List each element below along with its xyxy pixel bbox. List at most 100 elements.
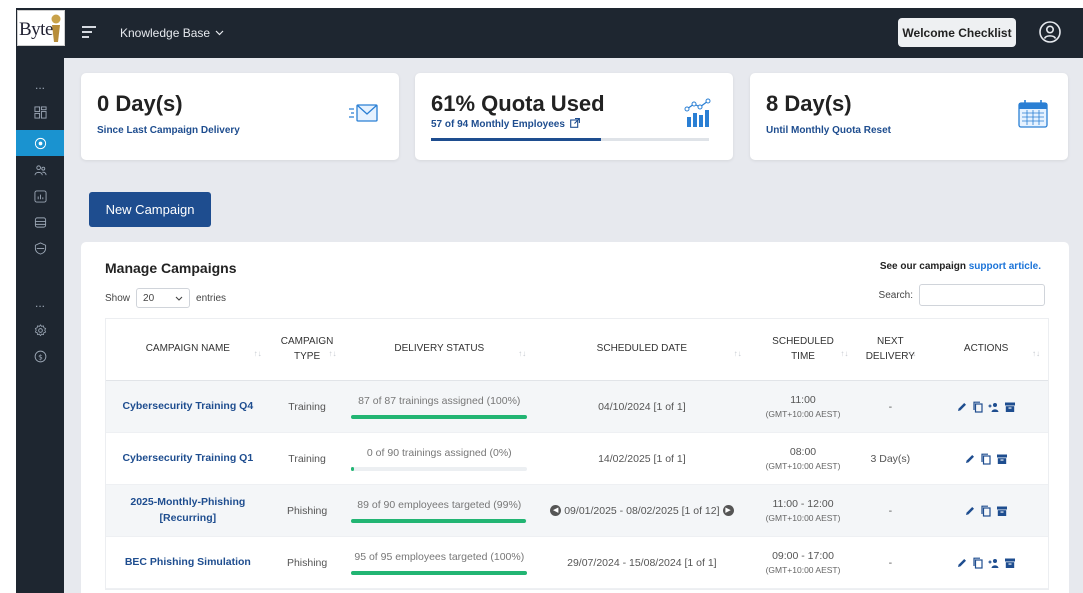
- add-users-icon[interactable]: [988, 557, 1000, 569]
- cell-scheduled-date: 29/07/2024 - 15/08/2024 [1 of 1]: [534, 537, 750, 588]
- stat-label: Since Last Campaign Delivery: [97, 125, 240, 136]
- brand-logo[interactable]: Byte: [17, 10, 65, 46]
- sidebar-item-campaigns[interactable]: [16, 130, 64, 156]
- duplicate-copy-icon[interactable]: [972, 401, 984, 413]
- sidebar-item-dashboard[interactable]: [16, 99, 64, 125]
- duplicate-copy-icon[interactable]: [972, 557, 984, 569]
- stat-label: Until Monthly Quota Reset: [766, 125, 891, 136]
- logo-mascot-icon: [51, 14, 61, 42]
- scheduled-date-text: 04/10/2024 [1 of 1]: [598, 400, 686, 413]
- edit-pencil-icon[interactable]: [956, 401, 968, 413]
- scheduled-time-text: 08:00: [789, 446, 817, 458]
- scheduled-time-text: 11:00: [790, 394, 816, 406]
- header-scheduled-time[interactable]: SCHEDULED TIME ↑↓: [750, 319, 857, 380]
- cell-next-delivery: -: [888, 400, 893, 413]
- scheduled-time-text: 11:00 - 12:00: [772, 498, 834, 510]
- users-icon: [33, 164, 47, 175]
- knowledge-base-dropdown[interactable]: Knowledge Base: [120, 26, 224, 40]
- cell-campaign-name: 2025-Monthly-Phishing [Recurring]: [106, 485, 270, 536]
- sidebar-item-database[interactable]: [16, 209, 64, 235]
- previous-arrow-icon[interactable]: ◀: [550, 505, 562, 516]
- stat-card-quota: 61% Quota Used 57 of 94 Monthly Employee…: [415, 73, 733, 160]
- table-row: BEC Phishing Simulation Phishing 95 of 95 …: [106, 537, 1048, 589]
- chevron-down-icon: [215, 30, 224, 36]
- quota-employees-link[interactable]: 57 of 94 Monthly Employees: [431, 118, 580, 130]
- more-dots-icon: ...: [34, 296, 45, 310]
- table-row: Cybersecurity Training Q1 Training 0 of 90…: [106, 433, 1048, 485]
- sidebar-more-top[interactable]: ...: [16, 72, 64, 98]
- cell-actions: [924, 433, 1048, 484]
- edit-pencil-icon[interactable]: [964, 453, 976, 465]
- timezone-text: (GMT+10:00 AEST): [765, 513, 841, 523]
- timezone-text: (GMT+10:00 AEST): [765, 461, 841, 471]
- entries-label: entries: [196, 292, 227, 304]
- sidebar-item-billing[interactable]: $: [16, 343, 64, 369]
- delivery-progress-bar: [351, 414, 528, 419]
- shield-icon: [34, 241, 46, 255]
- campaign-name-link[interactable]: Cybersecurity Training Q1: [114, 451, 261, 467]
- header-scheduled-date[interactable]: SCHEDULED DATE ↑↓: [534, 319, 750, 380]
- header-campaign-type[interactable]: CAMPAIGN TYPE ↑↓: [270, 319, 345, 380]
- delivery-status-text: 87 of 87 trainings assigned (100%): [358, 395, 521, 408]
- sidebar-more-bottom[interactable]: ...: [16, 290, 64, 316]
- cell-campaign-name: Cybersecurity Training Q4: [106, 381, 270, 432]
- sidebar-item-reports[interactable]: [16, 183, 64, 209]
- cell-scheduled-time: 11:00 (GMT+10:00 AEST): [750, 381, 857, 432]
- search-label: Search:: [878, 289, 913, 301]
- archive-box-icon[interactable]: [996, 453, 1008, 465]
- cell-scheduled-time: 09:00 - 17:00 (GMT+10:00 AEST): [750, 537, 857, 588]
- campaign-name-link[interactable]: BEC Phishing Simulation: [117, 555, 259, 571]
- row-actions: [956, 401, 1016, 413]
- cell-scheduled-date: 14/02/2025 [1 of 1]: [534, 433, 750, 484]
- settings-gear-icon: [34, 323, 46, 336]
- knowledge-base-label: Knowledge Base: [120, 26, 211, 40]
- duplicate-copy-icon[interactable]: [980, 453, 992, 465]
- search-input[interactable]: [919, 284, 1045, 306]
- cell-campaign-type: Phishing: [286, 556, 328, 569]
- cell-campaign-type: Phishing: [286, 504, 328, 517]
- cell-delivery-status: 0 of 90 trainings assigned (0%): [345, 433, 535, 484]
- cell-actions: [924, 537, 1048, 588]
- sort-icon: ↑↓: [328, 349, 337, 359]
- header-actions[interactable]: ACTIONS ↑↓: [924, 319, 1048, 380]
- delivery-progress-fill: [351, 466, 355, 471]
- entries-value: 20: [143, 292, 155, 304]
- header-label: SCHEDULED DATE: [596, 343, 688, 355]
- cell-delivery-status: 89 of 90 employees targeted (99%): [345, 485, 535, 536]
- delivery-progress-bar: [351, 570, 528, 575]
- header-campaign-name[interactable]: CAMPAIGN NAME ↑↓: [106, 319, 270, 380]
- sidebar-item-settings[interactable]: [16, 317, 64, 343]
- quota-label: 57 of 94 Monthly Employees: [431, 119, 565, 130]
- archive-box-icon[interactable]: [1004, 557, 1016, 569]
- support-article-link[interactable]: support article.: [969, 261, 1041, 272]
- edit-pencil-icon[interactable]: [964, 505, 976, 517]
- welcome-checklist-button[interactable]: Welcome Checklist: [898, 18, 1016, 47]
- delivery-status-text: 95 of 95 employees targeted (100%): [354, 551, 525, 564]
- user-profile-icon[interactable]: [1038, 20, 1062, 44]
- delivery-progress-bar: [351, 466, 528, 471]
- duplicate-copy-icon[interactable]: [980, 505, 992, 517]
- campaign-name-link[interactable]: Cybersecurity Training Q4: [114, 399, 261, 415]
- campaign-target-icon: [34, 137, 46, 149]
- email-sent-icon: [349, 104, 378, 122]
- header-delivery-status[interactable]: DELIVERY STATUS ↑↓: [345, 319, 535, 380]
- campaign-name-link[interactable]: 2025-Monthly-Phishing [Recurring]: [106, 495, 270, 527]
- add-users-icon[interactable]: [988, 401, 1000, 413]
- header-next-delivery[interactable]: NEXT DELIVERY ↑↓: [856, 319, 924, 380]
- analytics-chart-icon: [684, 98, 711, 127]
- cell-campaign-type: Training: [288, 400, 326, 413]
- entries-select[interactable]: 20: [136, 288, 191, 308]
- cell-scheduled-date: 04/10/2024 [1 of 1]: [534, 381, 750, 432]
- dashboard-grid-icon: [33, 105, 47, 119]
- sidebar-item-shield[interactable]: [16, 235, 64, 261]
- edit-pencil-icon[interactable]: [956, 557, 968, 569]
- new-campaign-button[interactable]: New Campaign: [89, 192, 211, 227]
- archive-box-icon[interactable]: [996, 505, 1008, 517]
- delivery-progress-fill: [351, 570, 528, 575]
- archive-box-icon[interactable]: [1004, 401, 1016, 413]
- quota-progress-bar: [431, 138, 709, 141]
- sidebar-item-users[interactable]: [16, 157, 64, 183]
- next-arrow-icon[interactable]: ▶: [722, 505, 734, 516]
- sort-icon: ↑↓: [1032, 349, 1040, 359]
- hamburger-menu-icon[interactable]: [82, 26, 96, 41]
